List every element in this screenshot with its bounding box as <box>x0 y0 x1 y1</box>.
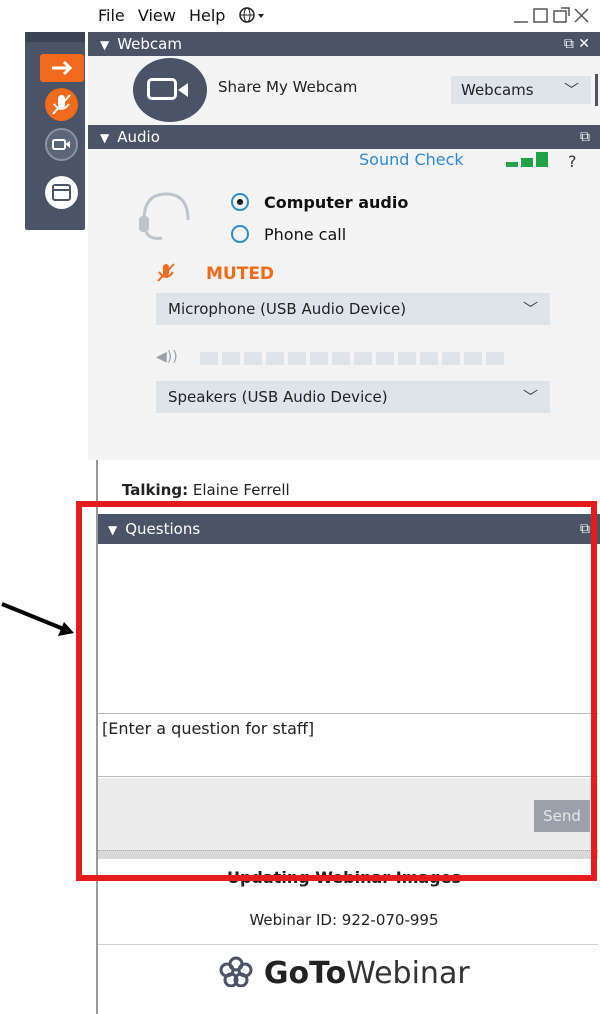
chevron-down-icon: ﹀ <box>563 81 579 99</box>
webcam-header-label: Webcam <box>117 35 182 53</box>
menu-view[interactable]: View <box>138 6 176 25</box>
share-webcam-button[interactable] <box>133 58 207 122</box>
share-webcam-label: Share My Webcam <box>218 78 358 96</box>
globe-icon[interactable] <box>238 6 269 25</box>
volume-segment <box>486 352 504 365</box>
volume-segment <box>442 352 460 365</box>
volume-segment <box>310 352 328 365</box>
collapse-triangle-icon: ▼ <box>100 131 110 145</box>
volume-segment <box>420 352 438 365</box>
phone-call-radio[interactable] <box>231 225 249 243</box>
webcams-dropdown-label: Webcams <box>461 81 534 99</box>
audio-section-header[interactable]: ▼ Audio ⧉ <box>88 125 600 149</box>
chevron-down-icon: ﹀ <box>522 300 538 318</box>
pointer-arrow <box>0 600 90 650</box>
audio-help-button[interactable]: ? <box>568 152 577 171</box>
close-icon <box>574 8 589 23</box>
talking-indicator: Talking: Elaine Ferrell <box>122 481 290 499</box>
volume-segment <box>244 352 262 365</box>
logo-light-text: Webinar <box>346 956 470 991</box>
webcam-toggle-button[interactable] <box>32 124 78 164</box>
divider <box>98 944 598 945</box>
volume-segment <box>266 352 284 365</box>
volume-segment <box>200 352 218 365</box>
highlight-box <box>76 501 597 881</box>
talking-name: Elaine Ferrell <box>192 481 290 499</box>
phone-call-label: Phone call <box>264 225 347 244</box>
sound-check-link[interactable]: Sound Check <box>359 150 464 169</box>
audio-popout-icon[interactable]: ⧉ <box>580 125 590 149</box>
logo-bold-text: GoTo <box>263 956 347 991</box>
menu-bar: File View Help <box>98 6 277 25</box>
volume-segment <box>464 352 482 365</box>
computer-audio-radio[interactable] <box>231 193 249 211</box>
popout-icon <box>553 7 570 23</box>
menu-file[interactable]: File <box>98 6 125 25</box>
muted-status: MUTED <box>206 264 275 284</box>
volume-segment <box>398 352 416 365</box>
gotowebinar-logo: GoToWebinar <box>88 955 600 991</box>
speakers-label: Speakers (USB Audio Device) <box>168 388 388 406</box>
talking-label: Talking: <box>122 481 189 499</box>
volume-segment <box>222 352 240 365</box>
mic-muted-icon <box>45 88 78 121</box>
window-controls <box>512 4 592 30</box>
volume-segment <box>376 352 394 365</box>
volume-segment <box>354 352 372 365</box>
volume-segment <box>332 352 350 365</box>
microphone-label: Microphone (USB Audio Device) <box>168 300 407 318</box>
mute-toggle-button[interactable] <box>32 84 78 124</box>
collapse-triangle-icon: ▼ <box>100 38 110 52</box>
toolbar-grip[interactable] <box>25 32 85 42</box>
webcams-dropdown[interactable]: Webcams ﹀ <box>451 76 591 104</box>
computer-audio-label: Computer audio <box>264 193 409 212</box>
speaker-volume-icon: ◀)) <box>156 349 178 365</box>
webcam-section-header[interactable]: ▼ Webcam ⧉ ✕ <box>88 32 600 56</box>
speakers-dropdown[interactable]: Speakers (USB Audio Device) ﹀ <box>156 381 550 413</box>
exit-button[interactable] <box>32 44 84 84</box>
webinar-id: Webinar ID: 922-070-995 <box>249 911 439 929</box>
exit-arrow-icon <box>40 54 84 82</box>
volume-segment <box>288 352 306 365</box>
mic-muted-icon[interactable] <box>155 262 177 284</box>
restore-icon <box>533 8 548 23</box>
headset-icon <box>136 190 192 242</box>
webcam-icon <box>147 78 188 100</box>
chevron-down-icon: ﹀ <box>522 388 538 406</box>
webcam-popout-close-icon[interactable]: ⧉ ✕ <box>564 32 590 56</box>
side-toolbar <box>25 32 85 230</box>
webcam-icon <box>45 128 78 161</box>
scrollbar[interactable] <box>595 74 598 106</box>
flower-logo-icon <box>219 956 253 988</box>
screen-icon <box>45 176 78 209</box>
screen-toggle-button[interactable] <box>32 172 78 212</box>
signal-bars-icon <box>506 152 556 168</box>
menu-help[interactable]: Help <box>189 6 225 25</box>
microphone-dropdown[interactable]: Microphone (USB Audio Device) ﹀ <box>156 293 550 325</box>
audio-header-label: Audio <box>117 128 160 146</box>
